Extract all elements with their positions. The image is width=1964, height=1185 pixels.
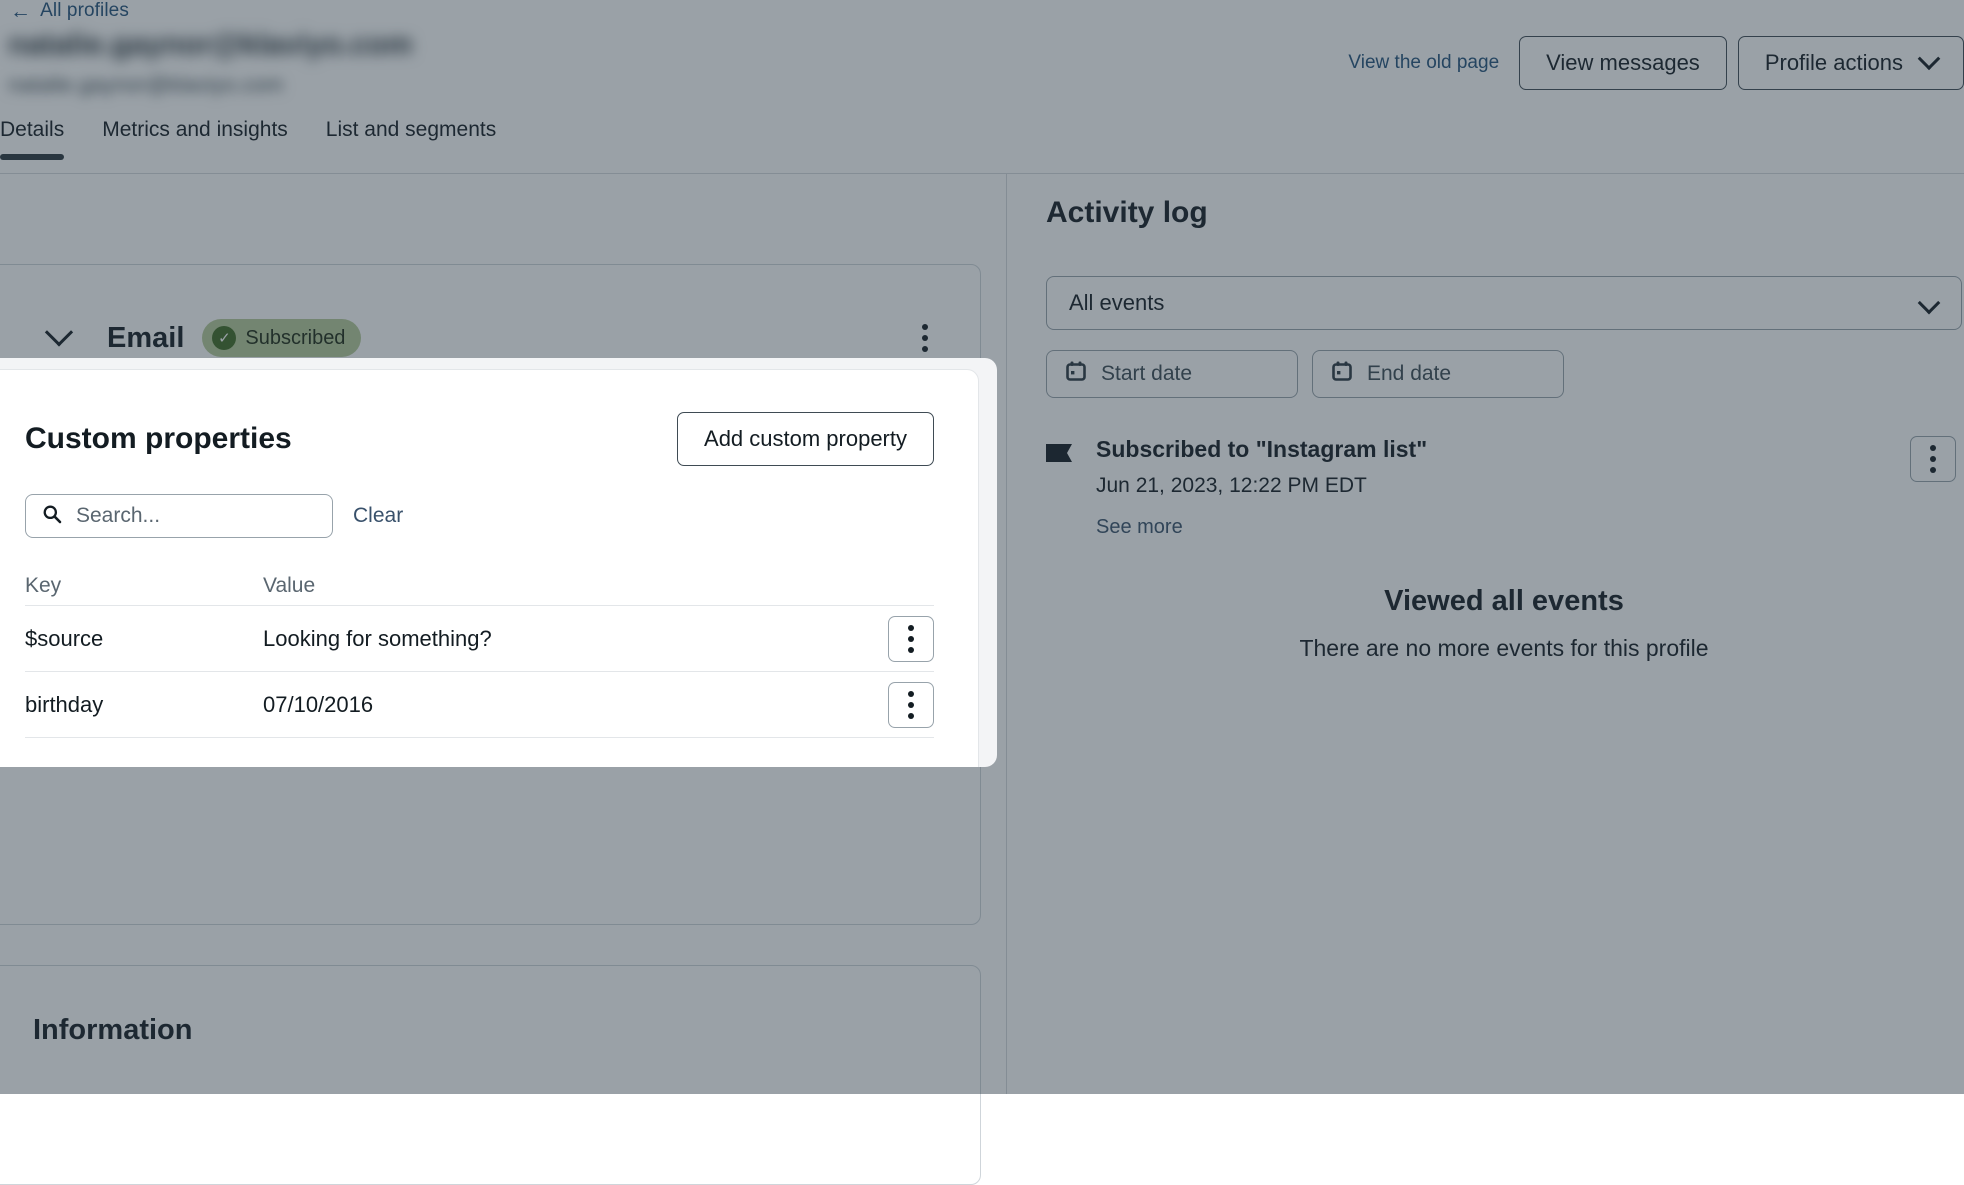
activity-log-title: Activity log	[1046, 196, 1964, 230]
property-row-menu-button[interactable]	[888, 616, 934, 662]
calendar-icon	[1331, 360, 1353, 388]
email-card-title: Email	[107, 322, 184, 355]
tab-metrics-and-insights[interactable]: Metrics and insights	[83, 118, 307, 160]
property-key: $source	[25, 626, 263, 652]
chevron-down-icon	[1918, 47, 1941, 70]
information-card-title: Information	[33, 1014, 928, 1047]
status-badge-label: Subscribed	[245, 327, 345, 350]
search-icon	[42, 504, 62, 529]
activity-log-end-state: Viewed all events There are no more even…	[1046, 585, 1962, 662]
profile-email-subheading: natalie.gaynor@klaviyo.com	[8, 72, 283, 98]
profile-actions-button[interactable]: Profile actions	[1738, 36, 1964, 90]
arrow-left-icon: ←	[10, 1, 31, 22]
add-custom-property-label: Add custom property	[704, 426, 907, 452]
column-header-value: Value	[263, 574, 874, 598]
email-card-menu-button[interactable]	[902, 315, 948, 361]
property-key: birthday	[25, 692, 263, 718]
custom-properties-title: Custom properties	[25, 422, 292, 456]
calendar-icon	[1065, 360, 1087, 388]
table-row: $source Looking for something?	[25, 606, 934, 672]
header-actions: View the old page View messages Profile …	[1348, 36, 1964, 90]
property-value: 07/10/2016	[263, 692, 874, 718]
activity-log-panel: Activity log All events Start date	[1046, 196, 1964, 662]
activity-event-timestamp: Jun 21, 2023, 12:22 PM EDT	[1096, 474, 1427, 498]
chevron-down-icon	[1918, 292, 1941, 315]
custom-properties-table: Key Value $source Looking for something?…	[25, 566, 934, 738]
view-old-page-link[interactable]: View the old page	[1348, 52, 1499, 74]
tab-details[interactable]: Details	[0, 118, 83, 160]
event-filter-select[interactable]: All events	[1046, 276, 1962, 330]
column-divider	[1006, 174, 1007, 1094]
activity-event-item: Subscribed to "Instagram list" Jun 21, 2…	[1046, 436, 1964, 539]
profile-actions-label: Profile actions	[1765, 50, 1903, 76]
property-value: Looking for something?	[263, 626, 874, 652]
back-link-label: All profiles	[40, 0, 129, 22]
start-date-field[interactable]: Start date	[1046, 350, 1298, 398]
tabs-divider	[0, 173, 1964, 174]
check-circle-icon: ✓	[212, 326, 236, 350]
status-badge: ✓ Subscribed	[202, 319, 361, 357]
profile-email-heading: natalie.gaynor@klaviyo.com	[8, 28, 412, 62]
add-custom-property-button[interactable]: Add custom property	[677, 412, 934, 466]
tab-list-and-segments-label: List and segments	[326, 118, 496, 141]
custom-properties-search-row: Search... Clear	[25, 494, 403, 538]
end-date-field[interactable]: End date	[1312, 350, 1564, 398]
profile-tabs: Details Metrics and insights List and se…	[0, 118, 515, 160]
activity-log-end-title: Viewed all events	[1046, 585, 1962, 618]
search-input[interactable]: Search...	[76, 504, 160, 528]
column-header-key: Key	[25, 574, 263, 598]
see-more-link[interactable]: See more	[1096, 516, 1183, 539]
tab-details-label: Details	[0, 118, 64, 141]
start-date-placeholder: Start date	[1101, 362, 1192, 386]
clear-search-link[interactable]: Clear	[353, 504, 403, 528]
event-filter-value: All events	[1069, 290, 1164, 316]
view-messages-button[interactable]: View messages	[1519, 36, 1727, 90]
table-header-row: Key Value	[25, 566, 934, 606]
tab-metrics-and-insights-label: Metrics and insights	[102, 118, 288, 141]
search-input-wrapper[interactable]: Search...	[25, 494, 333, 538]
date-range-filters: Start date End date	[1046, 350, 1964, 398]
back-to-all-profiles-link[interactable]: ← All profiles	[10, 0, 129, 22]
activity-event-menu-button[interactable]	[1910, 436, 1956, 482]
view-messages-label: View messages	[1546, 50, 1700, 76]
spotlight-region: Custom properties Add custom property Se…	[0, 358, 997, 767]
table-row: birthday 07/10/2016	[25, 672, 934, 738]
tab-list-and-segments[interactable]: List and segments	[307, 118, 515, 160]
property-row-menu-button[interactable]	[888, 682, 934, 728]
activity-log-end-subtitle: There are no more events for this profil…	[1046, 635, 1962, 662]
end-date-placeholder: End date	[1367, 362, 1451, 386]
chevron-down-icon[interactable]	[45, 318, 73, 346]
flag-icon	[1046, 442, 1076, 471]
custom-properties-card: Custom properties Add custom property Se…	[0, 369, 979, 767]
activity-event-title: Subscribed to "Instagram list"	[1096, 436, 1427, 463]
information-card: Information	[0, 965, 981, 1185]
custom-properties-header: Custom properties Add custom property	[25, 412, 934, 466]
